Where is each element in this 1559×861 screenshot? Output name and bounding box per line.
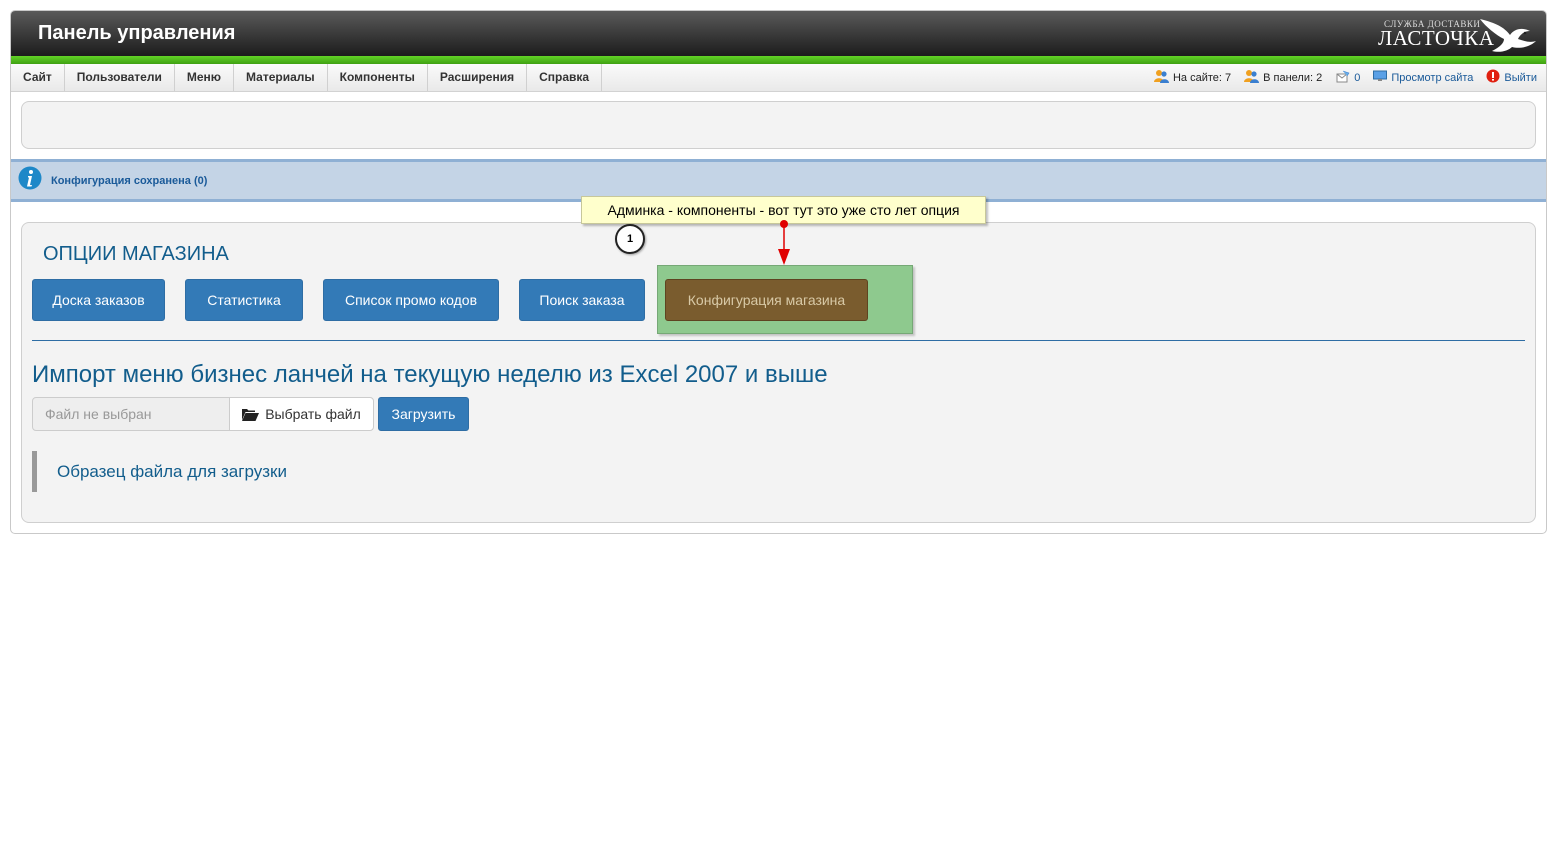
swallow-icon [1480, 19, 1536, 52]
admin-frame: Панель управления СЛУЖБА ДОСТАВКИ ЛАСТОЧ… [10, 10, 1547, 534]
monitor-icon [1373, 70, 1388, 85]
main-menu: Сайт Пользователи Меню Материалы Компоне… [11, 64, 603, 91]
messages-count[interactable]: 0 [1335, 70, 1360, 86]
menu-item-site[interactable]: Сайт [11, 64, 65, 91]
file-name-field[interactable]: Файл не выбран [32, 397, 230, 431]
messages-icon [1335, 70, 1350, 86]
view-site-link[interactable]: Просмотр сайта [1373, 70, 1473, 85]
power-icon [1486, 69, 1500, 86]
logout-link[interactable]: Выйти [1486, 69, 1537, 86]
statistics-button[interactable]: Статистика [185, 279, 303, 321]
panel-users: В панели: 2 [1244, 69, 1322, 86]
status-bar: На сайте: 7 В панели: 2 0 Просмотр сайта [1141, 64, 1537, 91]
green-accent-bar [11, 56, 1546, 64]
logo-name: ЛАСТОЧКА [1378, 26, 1495, 50]
logout-label: Выйти [1504, 71, 1537, 84]
menu-item-users[interactable]: Пользователи [65, 64, 175, 91]
online-users: На сайте: 7 [1153, 69, 1232, 86]
menu-item-components[interactable]: Компоненты [328, 64, 428, 91]
choose-file-label: Выбрать файл [265, 406, 361, 422]
shop-config-button[interactable]: Конфигурация магазина [665, 279, 868, 321]
message-text: Конфигурация сохранена (0) [51, 175, 208, 187]
sample-file-quote: Образец файла для загрузки [32, 451, 287, 492]
header: Панель управления СЛУЖБА ДОСТАВКИ ЛАСТОЧ… [11, 11, 1546, 56]
upload-button[interactable]: Загрузить [378, 397, 469, 431]
menu-item-content[interactable]: Материалы [234, 64, 328, 91]
users-icon [1153, 69, 1169, 86]
menu-item-help[interactable]: Справка [527, 64, 603, 91]
folder-open-icon [242, 408, 260, 421]
order-search-button[interactable]: Поиск заказа [519, 279, 645, 321]
main-menubar: Сайт Пользователи Меню Материалы Компоне… [11, 64, 1546, 92]
menu-item-extensions[interactable]: Расширения [428, 64, 528, 91]
shop-options-title: ОПЦИИ МАГАЗИНА [43, 243, 229, 265]
annotation-arrow-icon [778, 220, 790, 265]
promo-codes-button[interactable]: Список промо кодов [323, 279, 499, 321]
panel-users-label: В панели: 2 [1263, 71, 1323, 84]
section-divider [32, 340, 1525, 341]
sample-file-link[interactable]: Образец файла для загрузки [57, 462, 287, 482]
view-site-label: Просмотр сайта [1391, 71, 1474, 84]
step-number-badge: 1 [615, 224, 645, 254]
orders-board-button[interactable]: Доска заказов [32, 279, 165, 321]
menu-item-menus[interactable]: Меню [175, 64, 235, 91]
online-users-label: На сайте: 7 [1172, 71, 1232, 84]
info-icon [18, 166, 42, 195]
choose-file-button[interactable]: Выбрать файл [229, 397, 374, 431]
import-title: Импорт меню бизнес ланчей на текущую нед… [32, 361, 828, 388]
brand-logo[interactable]: СЛУЖБА ДОСТАВКИ ЛАСТОЧКА [1378, 13, 1538, 54]
page-title: Панель управления [38, 22, 236, 44]
admins-icon [1244, 69, 1260, 86]
messages-count-label: 0 [1354, 71, 1361, 84]
toolbar-box [21, 101, 1536, 149]
